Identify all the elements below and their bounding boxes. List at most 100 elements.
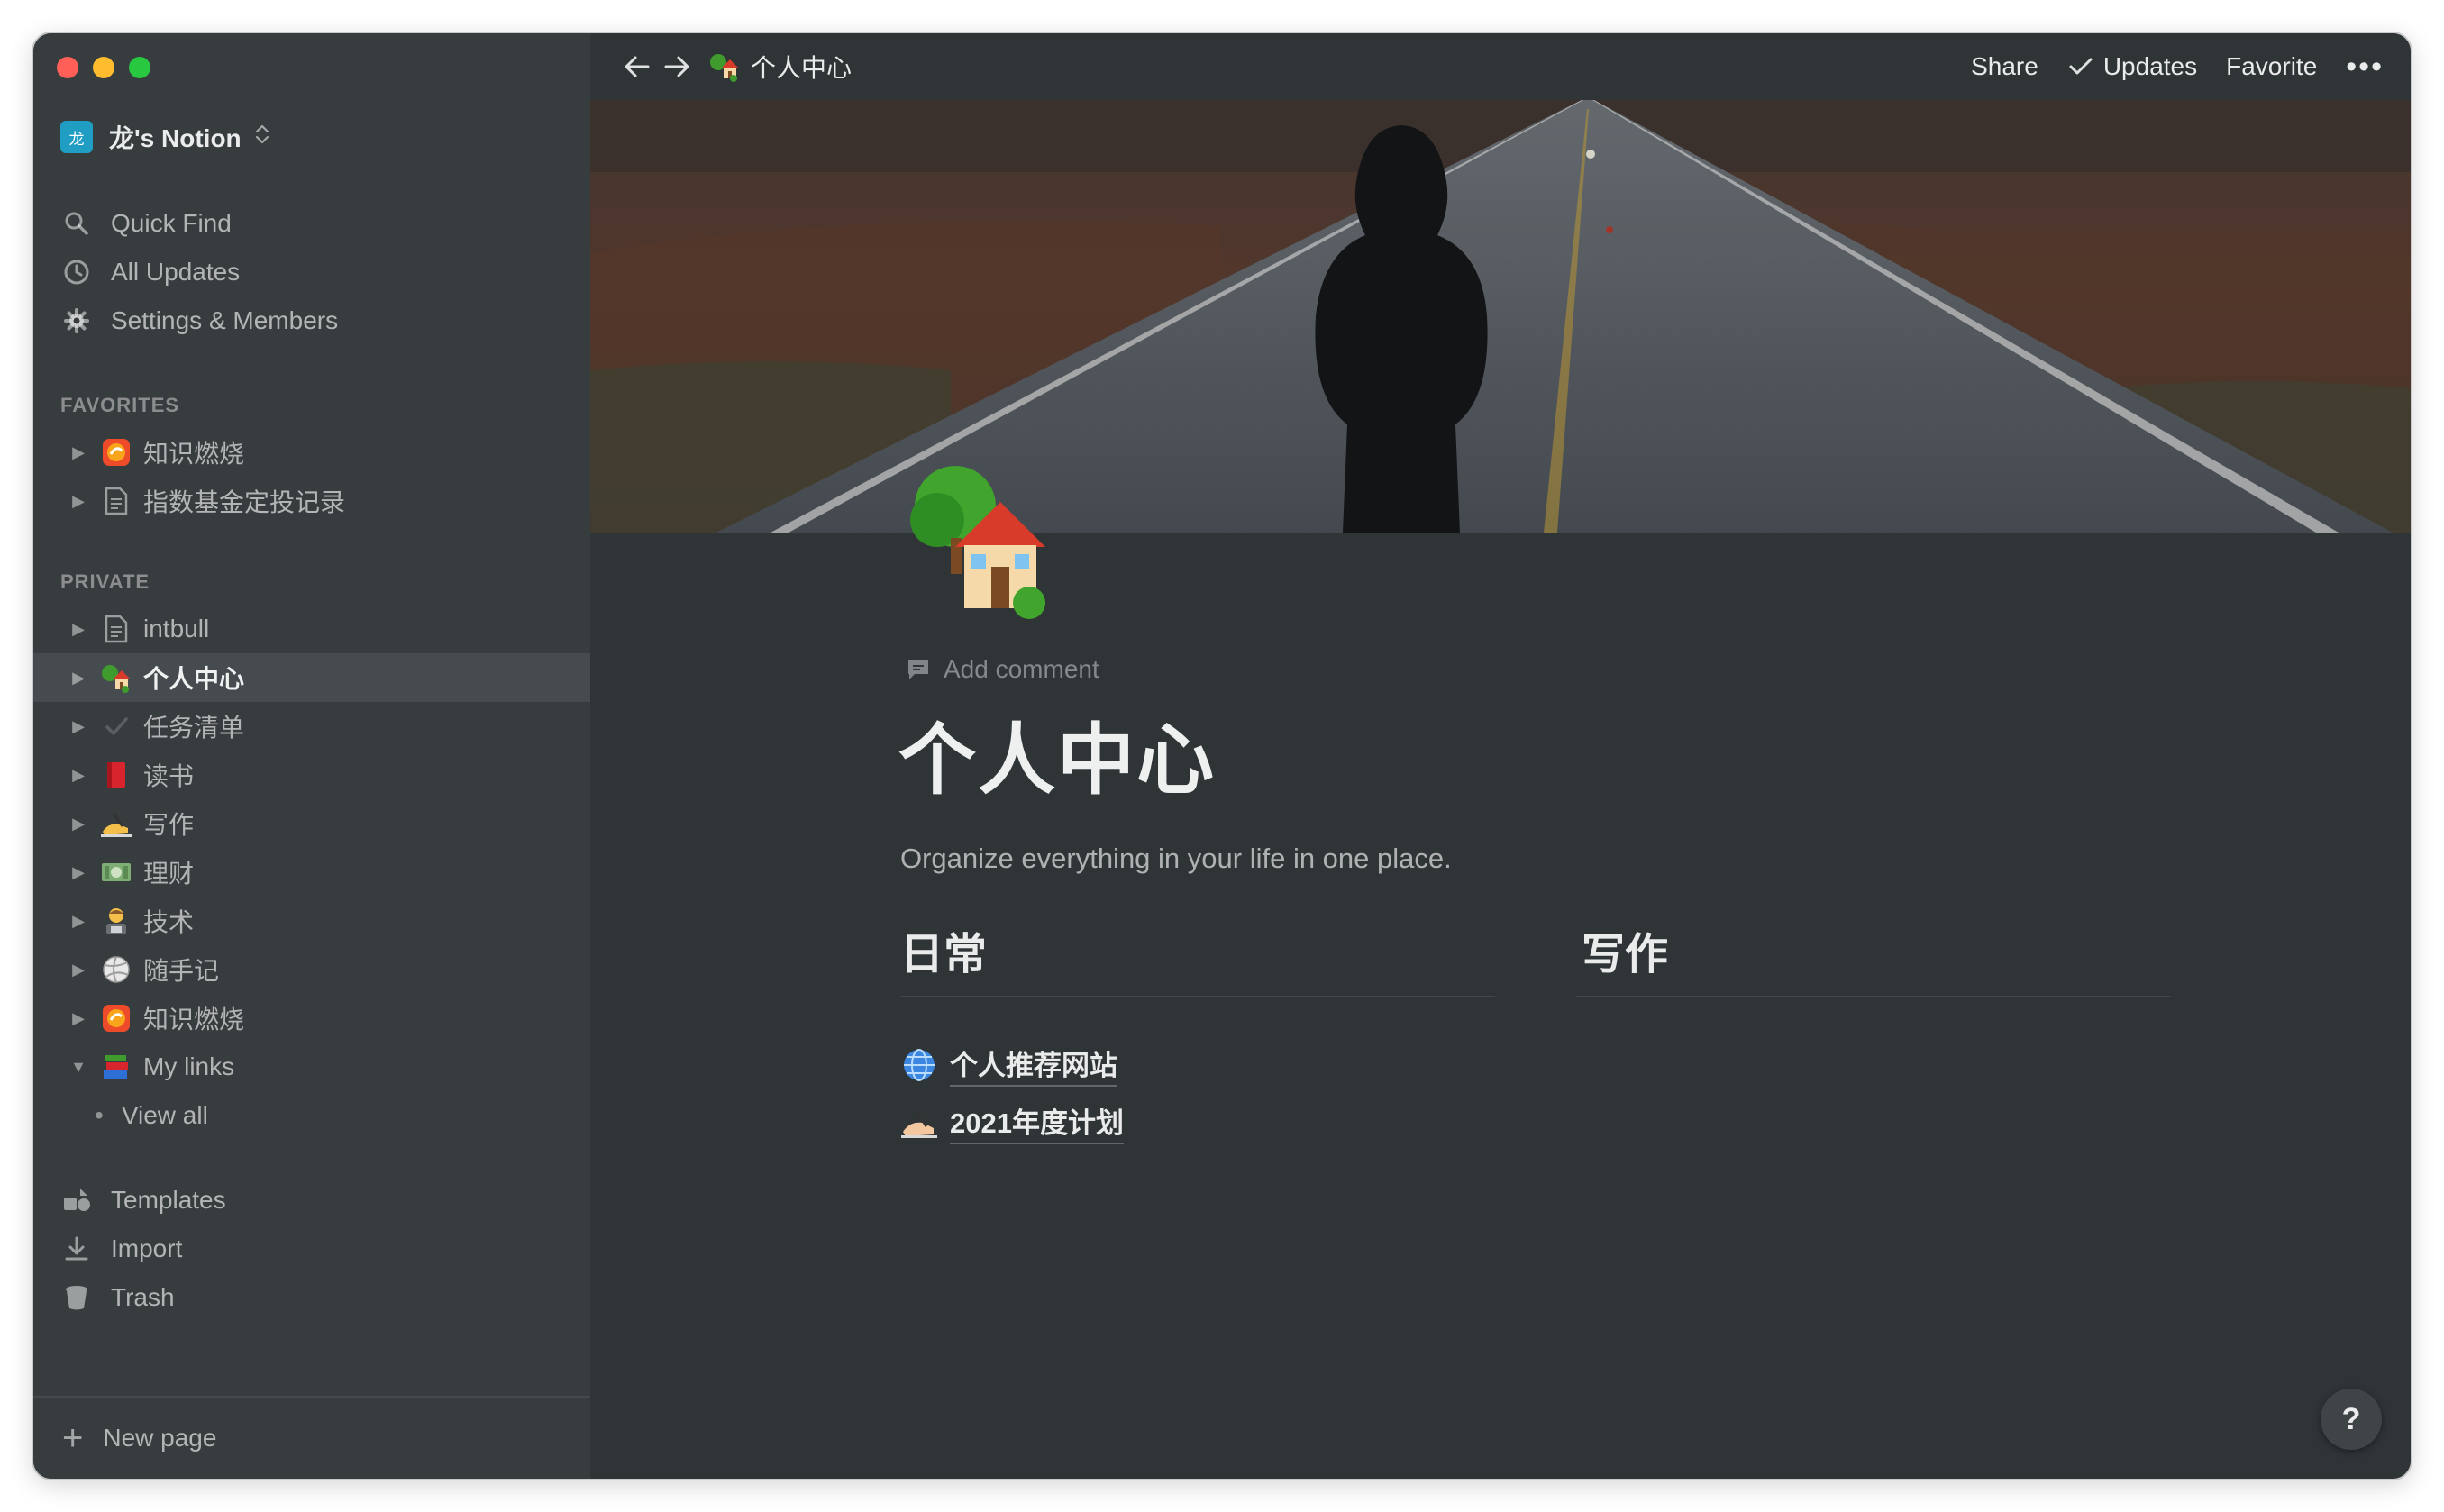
comment-icon — [906, 658, 931, 681]
sidebar-item-label: 写作 — [143, 811, 195, 839]
plus-icon: + — [62, 1417, 84, 1458]
sidebar-item-writing[interactable]: ▶ 写作 — [33, 799, 590, 848]
sidebar-item-label: intbull — [143, 615, 210, 642]
new-page-label: New page — [103, 1424, 217, 1452]
page-title[interactable]: 个人中心 — [898, 697, 1216, 809]
top-actions: Share Updates Favorite ••• — [1971, 33, 2384, 100]
sidebar-item-view-all[interactable]: • View all — [33, 1091, 590, 1140]
orange-badge-icon — [100, 1002, 132, 1034]
share-button[interactable]: Share — [1971, 52, 2038, 81]
zoom-window-button[interactable] — [129, 57, 150, 78]
gear-icon — [60, 305, 93, 337]
books-icon — [100, 1051, 132, 1083]
all-updates-item[interactable]: All Updates — [33, 248, 590, 296]
settings-members-item[interactable]: Settings & Members — [33, 296, 590, 345]
expand-toggle-icon[interactable]: ▶ — [66, 669, 91, 688]
page-icon-house-tree[interactable] — [901, 466, 1054, 619]
page-link-label: 个人推荐网站 — [950, 1043, 1117, 1087]
expand-toggle-icon[interactable]: ▶ — [66, 912, 91, 931]
expand-toggle-icon[interactable]: ▶ — [66, 443, 91, 462]
close-window-button[interactable] — [57, 57, 78, 78]
minimize-window-button[interactable] — [93, 57, 114, 78]
document-icon — [100, 613, 132, 645]
sidebar-item-label: 任务清单 — [143, 714, 245, 742]
add-comment-button[interactable]: Add comment — [906, 655, 1099, 684]
trash-icon — [60, 1281, 93, 1314]
sidebar-item-task-list[interactable]: ▶ 任务清单 — [33, 702, 590, 751]
divider — [1576, 996, 2171, 997]
sidebar-item-knowledge-burn[interactable]: ▶ 知识燃烧 — [33, 994, 590, 1043]
breadcrumb-title: 个人中心 — [751, 54, 853, 82]
check-icon — [100, 710, 132, 742]
sidebar-item-label: 技术 — [143, 908, 195, 936]
volleyball-icon — [100, 953, 132, 986]
page-link-recommended-sites[interactable]: 个人推荐网站 — [901, 1043, 1117, 1087]
sidebar-item-notes[interactable]: ▶ 随手记 — [33, 945, 590, 994]
trash-item[interactable]: Trash — [33, 1273, 590, 1322]
main-content: 个人中心 Share Updates Favorite ••• Add comm… — [590, 33, 2411, 1479]
forward-arrow-icon[interactable] — [657, 47, 697, 87]
page-description[interactable]: Organize everything in your life in one … — [900, 843, 1452, 875]
sidebar-item-reading[interactable]: ▶ 读书 — [33, 751, 590, 799]
document-icon — [100, 485, 132, 517]
sidebar-item-label: 读书 — [143, 762, 195, 790]
breadcrumb[interactable]: 个人中心 — [709, 49, 852, 85]
favorite-button[interactable]: Favorite — [2226, 52, 2317, 81]
writing-hand-icon — [901, 1107, 937, 1139]
sidebar-item-finance[interactable]: ▶ 理财 — [33, 848, 590, 897]
house-tree-icon — [100, 661, 132, 694]
sidebar-item-label: 知识燃烧 — [143, 440, 245, 468]
updates-button[interactable]: Updates — [2067, 52, 2197, 81]
column-heading-writing[interactable]: 写作 — [1582, 918, 1668, 981]
collapse-toggle-icon[interactable]: ▼ — [66, 1058, 91, 1077]
expand-toggle-icon[interactable]: ▶ — [66, 717, 91, 736]
expand-toggle-icon[interactable]: ▶ — [66, 961, 91, 979]
sidebar-item-label: 随手记 — [143, 957, 220, 985]
back-arrow-icon[interactable] — [617, 47, 657, 87]
red-book-icon — [100, 759, 132, 791]
clock-icon — [60, 256, 93, 288]
sidebar-item-intbull[interactable]: ▶ intbull — [33, 605, 590, 653]
page-link-label: 2021年度计划 — [950, 1100, 1124, 1144]
sidebar-item-my-links[interactable]: ▼ My links — [33, 1043, 590, 1091]
import-icon — [60, 1233, 93, 1265]
favorites-heading: FAVORITES — [60, 394, 180, 416]
settings-members-label: Settings & Members — [111, 306, 339, 334]
expand-toggle-icon[interactable]: ▶ — [66, 620, 91, 639]
sidebar-item-personal-center[interactable]: ▶ 个人中心 — [33, 653, 590, 702]
more-options-icon[interactable]: ••• — [2346, 51, 2384, 82]
column-heading-daily[interactable]: 日常 — [900, 918, 987, 981]
workspace-name: 龙's Notion — [109, 124, 242, 152]
sidebar-item-label: My links — [143, 1052, 235, 1080]
search-icon — [60, 207, 93, 240]
sidebar-item-label: 个人中心 — [143, 665, 245, 693]
page-link-2021-plan[interactable]: 2021年度计划 — [901, 1100, 1124, 1144]
sidebar-item-technology[interactable]: ▶ 技术 — [33, 897, 590, 945]
private-heading: PRIVATE — [60, 570, 150, 593]
top-bar: 个人中心 Share Updates Favorite ••• — [590, 33, 2411, 100]
quick-find-item[interactable]: Quick Find — [33, 199, 590, 248]
cover-image[interactable] — [590, 100, 2411, 533]
add-comment-label: Add comment — [944, 655, 1099, 683]
workspace-switcher[interactable]: 龙 龙's Notion — [60, 114, 270, 159]
expand-toggle-icon[interactable]: ▶ — [66, 815, 91, 833]
all-updates-label: All Updates — [111, 258, 241, 286]
checkmark-icon — [2069, 58, 2093, 75]
trash-label: Trash — [111, 1283, 175, 1311]
sidebar-item-knowledge-burn-fav[interactable]: ▶ 知识燃烧 — [33, 428, 590, 477]
updates-label: Updates — [2102, 52, 2198, 80]
templates-label: Templates — [111, 1186, 226, 1214]
expand-toggle-icon[interactable]: ▶ — [66, 766, 91, 785]
sidebar-item-label: 指数基金定投记录 — [143, 488, 346, 516]
new-page-button[interactable]: + New page — [33, 1396, 590, 1479]
divider — [900, 996, 1495, 997]
expand-toggle-icon[interactable]: ▶ — [66, 492, 91, 511]
help-button[interactable]: ? — [2321, 1389, 2382, 1450]
expand-toggle-icon[interactable]: ▶ — [66, 1009, 91, 1028]
sidebar: 龙 龙's Notion Quick Find All Updates Sett… — [33, 33, 590, 1479]
templates-item[interactable]: Templates — [33, 1176, 590, 1225]
expand-toggle-icon[interactable]: ▶ — [66, 863, 91, 882]
import-item[interactable]: Import — [33, 1225, 590, 1273]
sidebar-item-index-fund[interactable]: ▶ 指数基金定投记录 — [33, 477, 590, 525]
import-label: Import — [111, 1234, 183, 1262]
